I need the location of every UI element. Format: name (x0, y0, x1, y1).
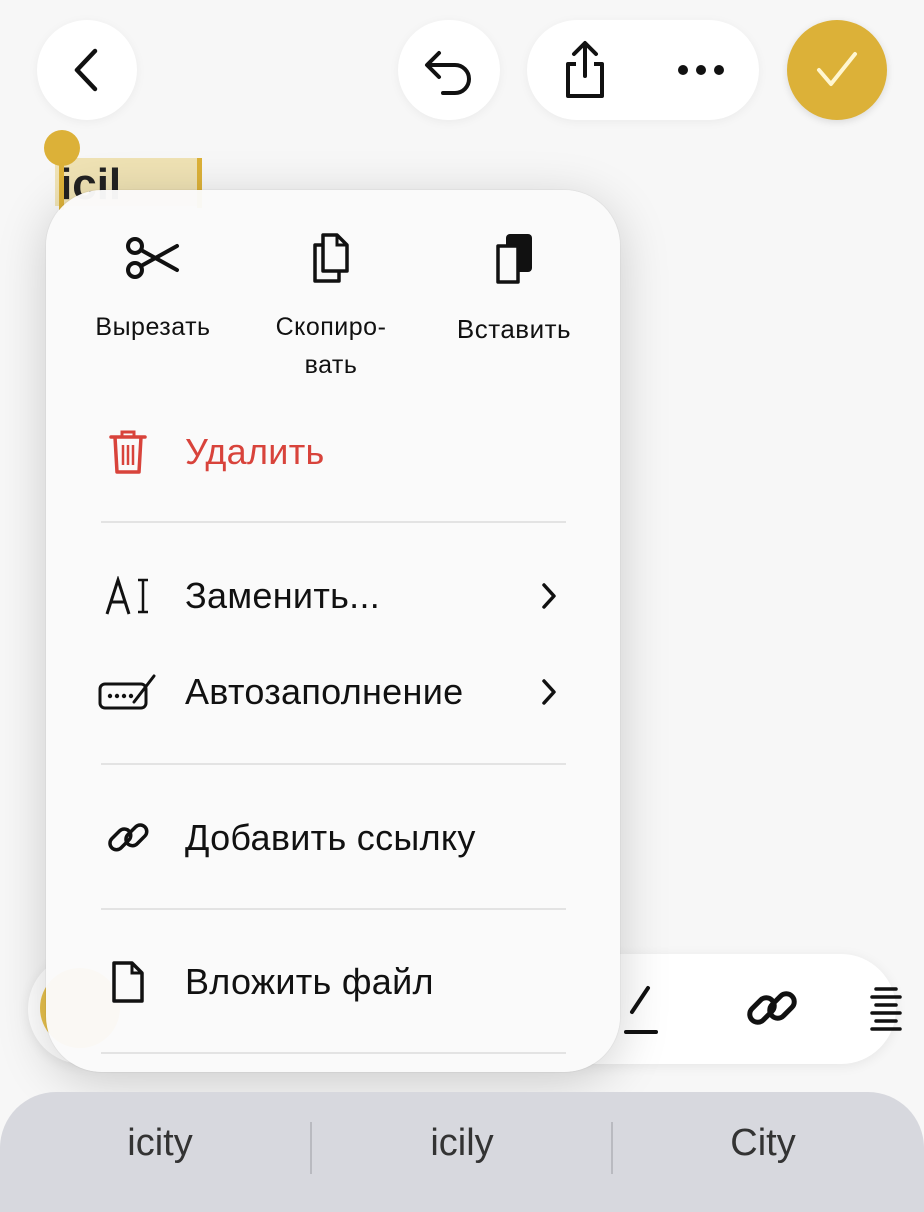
selection-start-bar (59, 160, 64, 210)
paste-icon (429, 228, 599, 288)
chevron-right-icon (534, 576, 564, 616)
link-icon[interactable] (742, 978, 802, 1038)
menu-divider (101, 763, 566, 765)
suggestion-item[interactable]: icily (312, 1122, 612, 1165)
suggestion-item[interactable]: icity (10, 1122, 310, 1165)
menu-divider (101, 521, 566, 523)
checkmark-icon (807, 40, 867, 100)
menu-item-attach-file[interactable]: Вложить файл (46, 942, 620, 1022)
scissors-icon (68, 228, 238, 288)
trash-icon (98, 422, 158, 482)
share-icon[interactable] (555, 40, 615, 100)
replace-text-icon (98, 566, 158, 626)
menu-divider (101, 1052, 566, 1054)
undo-button[interactable] (398, 20, 500, 120)
menu-item-label: Автозаполнение (185, 671, 464, 712)
menu-item-add-link[interactable]: Добавить ссылку (46, 798, 620, 878)
cut-label: Вырезать (95, 313, 211, 341)
menu-item-autofill[interactable]: Автозаполнение (46, 652, 620, 732)
suggestion-item[interactable]: City (613, 1122, 913, 1165)
paste-button[interactable]: Вставить (429, 228, 599, 348)
chevron-left-icon (57, 40, 117, 100)
menu-divider (101, 908, 566, 910)
more-horizontal-icon[interactable] (671, 40, 731, 100)
copy-icon (246, 228, 416, 288)
actions-group (527, 20, 759, 120)
copy-button[interactable]: Скопиро- вать (246, 228, 416, 384)
keyboard-suggestion-bar: icity icily City (0, 1092, 924, 1212)
menu-item-label: Вложить файл (185, 961, 434, 1002)
link-icon (98, 808, 158, 868)
paste-label: Вставить (456, 314, 572, 344)
menu-item-label: Добавить ссылку (185, 817, 476, 858)
copy-label: Скопиро- вать (275, 313, 387, 379)
cut-button[interactable]: Вырезать (68, 228, 238, 346)
menu-item-label: Удалить (185, 431, 325, 472)
done-button[interactable] (787, 20, 887, 120)
menu-item-delete[interactable]: Удалить (46, 412, 620, 492)
undo-icon (419, 40, 479, 100)
chevron-right-icon (534, 672, 564, 712)
document-icon (98, 952, 158, 1012)
list-icon[interactable] (856, 978, 916, 1038)
menu-item-replace[interactable]: Заменить... (46, 556, 620, 636)
context-menu: Вырезать Скопиро- вать Вставить Удалить … (46, 190, 620, 1072)
menu-item-label: Заменить... (185, 575, 381, 616)
back-button[interactable] (37, 20, 137, 120)
autofill-icon (98, 662, 158, 722)
